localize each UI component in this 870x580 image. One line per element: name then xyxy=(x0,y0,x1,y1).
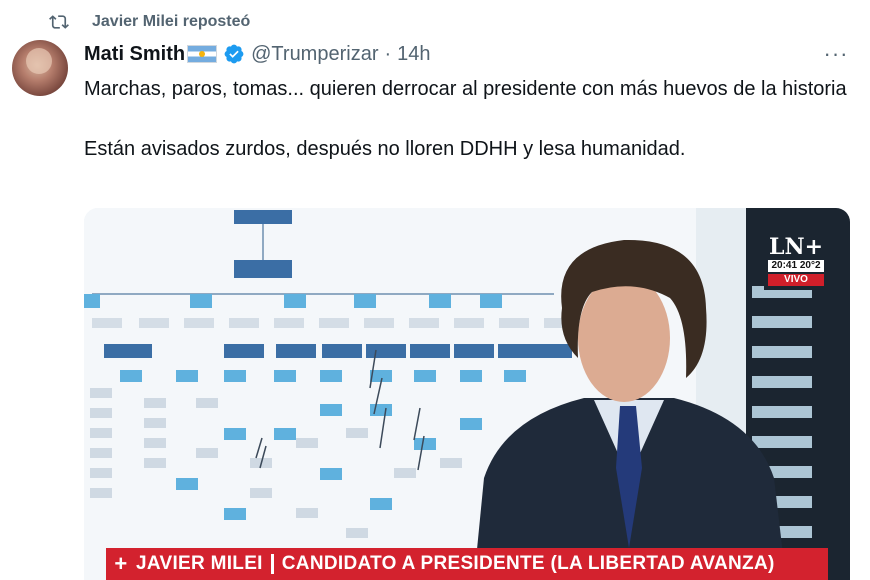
lower-third-banner: + JAVIER MILEI CANDIDATO A PRESIDENTE (L… xyxy=(106,548,828,580)
author-handle[interactable]: @Trumperizar xyxy=(251,43,378,66)
author-avatar[interactable] xyxy=(12,40,68,96)
repost-label: Javier Milei reposteó xyxy=(92,13,251,30)
lower-third-divider xyxy=(270,554,274,574)
lower-third-caption: CANDIDATO A PRESIDENTE (LA LIBERTAD AVAN… xyxy=(281,553,775,574)
speaker-figure xyxy=(474,239,786,580)
lower-third-name: JAVIER MILEI xyxy=(136,553,263,574)
repost-icon xyxy=(49,15,69,29)
post-paragraph-2: Están avisados zurdos, después no lloren… xyxy=(84,138,686,160)
more-options-icon[interactable]: ··· xyxy=(822,40,850,68)
argentina-flag-icon xyxy=(187,45,218,63)
post-text: Marchas, paros, tomas... quieren derroca… xyxy=(84,74,854,164)
author-name[interactable]: Mati Smith xyxy=(84,43,185,66)
verified-badge-icon[interactable] xyxy=(223,43,245,65)
post-header: Mati Smith @Trumperizar · 14h xyxy=(84,40,431,68)
separator-dot: · xyxy=(384,42,392,65)
repost-indicator[interactable]: Javier Milei reposteó xyxy=(49,12,251,32)
post-paragraph-1: Marchas, paros, tomas... quieren derroca… xyxy=(84,78,847,100)
lower-third-plus: + xyxy=(114,551,128,576)
post-time[interactable]: 14h xyxy=(397,43,430,66)
post-media-video[interactable]: LN+ 20:41 20°2 VIVO + JAVIER MILEI CANDI… xyxy=(84,208,850,580)
